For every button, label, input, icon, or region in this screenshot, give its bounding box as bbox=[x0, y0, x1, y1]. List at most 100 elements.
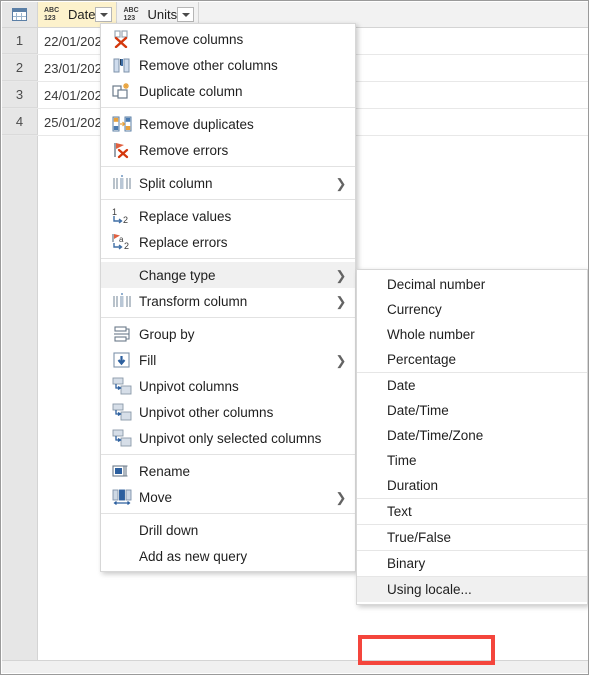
replace-errors-icon: a 2 bbox=[111, 233, 133, 251]
split-column-icon bbox=[111, 174, 133, 192]
submenu-item-date-time-zone[interactable]: Date/Time/Zone bbox=[357, 423, 587, 448]
row-number[interactable]: 3 bbox=[2, 82, 38, 108]
menu-item-label: Decimal number bbox=[387, 277, 486, 292]
chevron-right-icon: ❯ bbox=[335, 293, 347, 309]
power-query-editor-window: ABC 123 Date ABC 123 Units 1 22/01/202 2… bbox=[0, 0, 589, 675]
type-icon-abc: ABC bbox=[44, 7, 60, 14]
menu-item-fill[interactable]: Fill ❯ bbox=[101, 347, 355, 373]
row-number[interactable]: 2 bbox=[2, 55, 38, 81]
menu-item-split-column[interactable]: Split column ❯ bbox=[101, 170, 355, 196]
menu-item-remove-columns[interactable]: Remove columns bbox=[101, 26, 355, 52]
submenu-item-currency[interactable]: Currency bbox=[357, 297, 587, 322]
menu-item-label: Currency bbox=[387, 302, 442, 317]
menu-item-transform-column[interactable]: Transform column ❯ bbox=[101, 288, 355, 314]
move-icon bbox=[111, 488, 133, 506]
menu-item-label: Using locale... bbox=[387, 582, 472, 597]
menu-item-label: Remove columns bbox=[139, 31, 244, 47]
svg-text:2: 2 bbox=[124, 241, 129, 251]
menu-item-unpivot-other-columns[interactable]: Unpivot other columns bbox=[101, 399, 355, 425]
menu-item-move[interactable]: Move ❯ bbox=[101, 484, 355, 510]
column-header-label-units: Units bbox=[147, 7, 178, 22]
menu-item-label: Date/Time/Zone bbox=[387, 428, 484, 443]
menu-item-unpivot-only-selected-columns[interactable]: Unpivot only selected columns bbox=[101, 425, 355, 451]
menu-item-label: Time bbox=[387, 453, 417, 468]
menu-item-label: Duration bbox=[387, 478, 439, 493]
rename-icon bbox=[111, 462, 133, 480]
menu-separator bbox=[101, 166, 355, 167]
chevron-right-icon: ❯ bbox=[335, 175, 347, 191]
submenu-item-true-false[interactable]: True/False bbox=[357, 525, 587, 550]
no-icon-placeholder bbox=[111, 521, 133, 539]
submenu-item-percentage[interactable]: Percentage bbox=[357, 347, 587, 372]
horizontal-scrollbar[interactable] bbox=[2, 660, 588, 673]
grid-gutter-filler bbox=[2, 136, 38, 661]
select-all-corner-button[interactable] bbox=[2, 2, 38, 27]
menu-item-label: Remove duplicates bbox=[139, 116, 254, 132]
menu-separator bbox=[101, 317, 355, 318]
menu-item-duplicate-column[interactable]: Duplicate column bbox=[101, 78, 355, 104]
menu-item-change-type[interactable]: Change type ❯ bbox=[101, 262, 355, 288]
submenu-item-whole-number[interactable]: Whole number bbox=[357, 322, 587, 347]
svg-text:2: 2 bbox=[123, 215, 128, 225]
menu-item-label: Rename bbox=[139, 463, 191, 479]
abc123-type-icon: ABC 123 bbox=[44, 7, 64, 22]
chevron-down-icon bbox=[181, 12, 190, 17]
menu-item-label: Change type bbox=[139, 267, 216, 283]
menu-item-label: Unpivot other columns bbox=[139, 404, 274, 420]
replace-values-icon: 1 2 bbox=[111, 207, 133, 225]
menu-separator bbox=[101, 199, 355, 200]
row-number[interactable]: 1 bbox=[2, 28, 38, 54]
unpivot-columns-icon bbox=[111, 377, 133, 395]
menu-item-label: Group by bbox=[139, 326, 195, 342]
submenu-item-date[interactable]: Date bbox=[357, 373, 587, 398]
no-icon-placeholder bbox=[111, 266, 133, 284]
unpivot-selected-columns-icon bbox=[111, 429, 133, 447]
submenu-item-binary[interactable]: Binary bbox=[357, 551, 587, 576]
menu-separator bbox=[101, 107, 355, 108]
menu-item-label: Text bbox=[387, 504, 412, 519]
menu-item-unpivot-columns[interactable]: Unpivot columns bbox=[101, 373, 355, 399]
column-filter-button-units[interactable] bbox=[177, 7, 195, 22]
menu-item-label: Date bbox=[387, 378, 416, 393]
menu-item-label: Unpivot only selected columns bbox=[139, 430, 322, 446]
menu-item-label: Date/Time bbox=[387, 403, 449, 418]
chevron-right-icon: ❯ bbox=[335, 489, 347, 505]
submenu-item-text[interactable]: Text bbox=[357, 499, 587, 524]
menu-item-label: Drill down bbox=[139, 522, 199, 538]
menu-item-label: Remove errors bbox=[139, 142, 229, 158]
remove-duplicates-icon bbox=[111, 115, 133, 133]
submenu-item-using-locale[interactable]: Using locale... bbox=[357, 577, 587, 602]
svg-text:1: 1 bbox=[112, 207, 117, 217]
unpivot-other-columns-icon bbox=[111, 403, 133, 421]
menu-item-replace-errors[interactable]: a 2 Replace errors bbox=[101, 229, 355, 255]
menu-item-label: Remove other columns bbox=[139, 57, 278, 73]
column-header-label-date: Date bbox=[68, 7, 96, 22]
menu-item-remove-other-columns[interactable]: Remove other columns bbox=[101, 52, 355, 78]
submenu-item-date-time[interactable]: Date/Time bbox=[357, 398, 587, 423]
menu-item-label: Move bbox=[139, 489, 173, 505]
type-icon-123: 123 bbox=[123, 14, 136, 22]
submenu-item-decimal-number[interactable]: Decimal number bbox=[357, 272, 587, 297]
menu-item-rename[interactable]: Rename bbox=[101, 458, 355, 484]
menu-item-drill-down[interactable]: Drill down bbox=[101, 517, 355, 543]
menu-separator bbox=[101, 454, 355, 455]
abc123-type-icon: ABC 123 bbox=[123, 7, 143, 22]
menu-item-group-by[interactable]: Group by bbox=[101, 321, 355, 347]
submenu-item-time[interactable]: Time bbox=[357, 448, 587, 473]
menu-item-label: Replace errors bbox=[139, 234, 228, 250]
menu-item-add-as-new-query[interactable]: Add as new query bbox=[101, 543, 355, 569]
column-filter-button-date[interactable] bbox=[95, 7, 113, 22]
menu-separator bbox=[101, 258, 355, 259]
menu-item-remove-errors[interactable]: Remove errors bbox=[101, 137, 355, 163]
row-number[interactable]: 4 bbox=[2, 109, 38, 135]
menu-item-remove-duplicates[interactable]: Remove duplicates bbox=[101, 111, 355, 137]
chevron-right-icon: ❯ bbox=[335, 267, 347, 283]
menu-item-label: Split column bbox=[139, 175, 213, 191]
chevron-down-icon bbox=[99, 12, 108, 17]
menu-item-label: Duplicate column bbox=[139, 83, 243, 99]
menu-item-replace-values[interactable]: 1 2 Replace values bbox=[101, 203, 355, 229]
remove-columns-icon bbox=[111, 30, 133, 48]
type-icon-123: 123 bbox=[44, 14, 56, 22]
menu-item-label: Unpivot columns bbox=[139, 378, 239, 394]
submenu-item-duration[interactable]: Duration bbox=[357, 473, 587, 498]
